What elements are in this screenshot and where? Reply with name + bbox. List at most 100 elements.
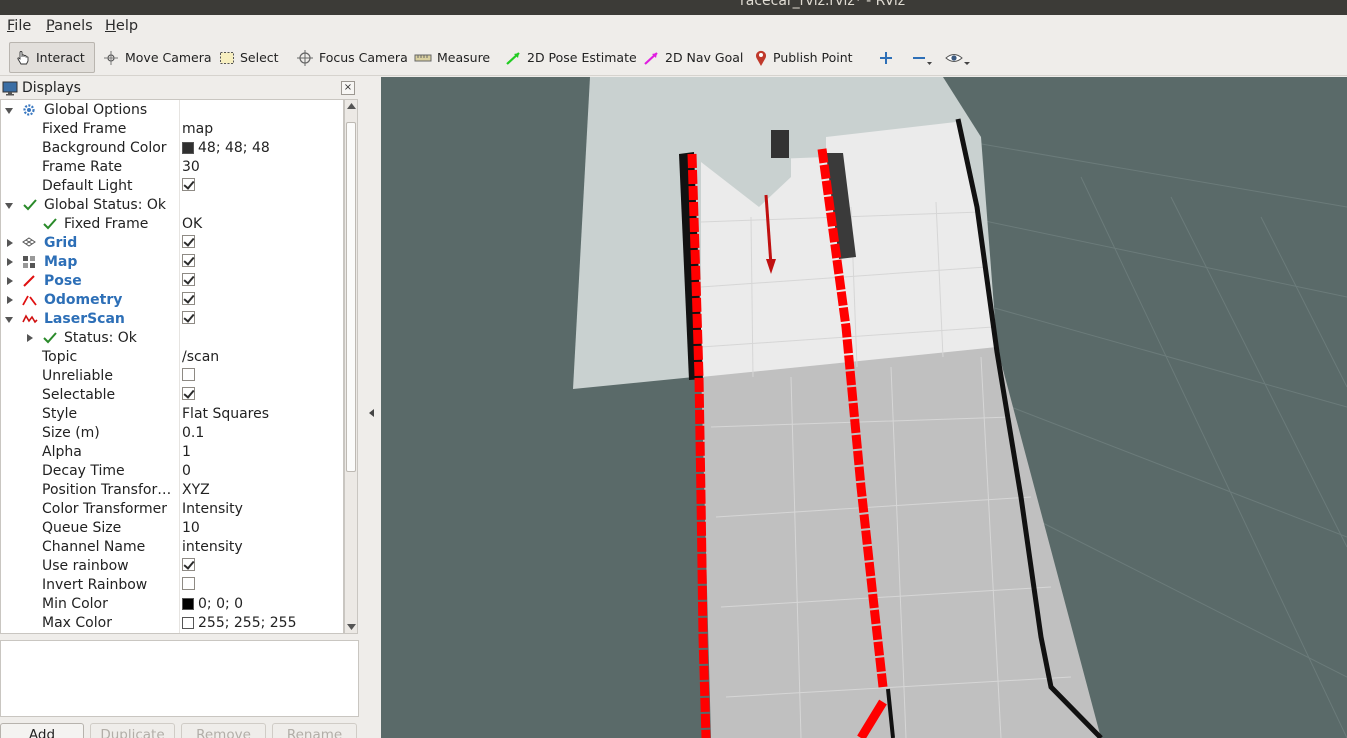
focus-camera-button[interactable]: Focus Camera — [291, 42, 413, 73]
interact-button[interactable]: Interact — [9, 42, 95, 73]
displays-tree[interactable]: Global Options Fixed Frame map Backgroun… — [0, 99, 344, 634]
collapse-left-arrow-icon[interactable] — [369, 409, 374, 417]
tree-row-frame-rate[interactable]: Frame Rate 30 — [1, 158, 343, 177]
alpha-value[interactable]: 1 — [182, 444, 191, 460]
scroll-down-arrow-icon[interactable] — [347, 624, 356, 630]
displays-close-button[interactable]: × — [341, 81, 355, 95]
tree-row-alpha[interactable]: Alpha 1 — [1, 443, 343, 462]
nav-goal-button[interactable]: 2D Nav Goal — [637, 42, 748, 73]
tree-row-color-transformer[interactable]: Color Transformer Intensity — [1, 500, 343, 519]
background-color-value[interactable]: 48; 48; 48 — [182, 140, 270, 156]
map-enabled-checkbox[interactable] — [182, 254, 195, 267]
grid-enabled-checkbox[interactable] — [182, 235, 195, 248]
color-transformer-value[interactable]: Intensity — [182, 501, 243, 517]
topic-value[interactable]: /scan — [182, 349, 219, 365]
tree-row-global-options[interactable]: Global Options — [1, 101, 343, 120]
tree-row-map[interactable]: Map — [1, 253, 343, 272]
remove-tool-button[interactable] — [906, 42, 938, 73]
render-viewport[interactable] — [381, 77, 1347, 738]
tree-row-selectable[interactable]: Selectable — [1, 386, 343, 405]
expand-arrow-icon[interactable] — [7, 277, 13, 285]
size-value[interactable]: 0.1 — [182, 425, 204, 441]
expand-arrow-icon[interactable] — [27, 334, 33, 342]
expand-arrow-icon[interactable] — [7, 296, 13, 304]
pose-enabled-checkbox[interactable] — [182, 273, 195, 286]
tree-row-min-color[interactable]: Min Color 0; 0; 0 — [1, 595, 343, 614]
topic-text: /scan — [182, 349, 220, 365]
remove-button[interactable]: Remove — [181, 723, 266, 738]
tree-row-pose[interactable]: Pose — [1, 272, 343, 291]
rename-button[interactable]: Rename — [272, 723, 357, 738]
tree-row-laser-status[interactable]: Status: Ok — [1, 329, 343, 348]
invert-rainbow-checkbox[interactable] — [182, 577, 195, 590]
tree-row-unreliable[interactable]: Unreliable — [1, 367, 343, 386]
default-light-checkbox[interactable] — [182, 178, 195, 191]
laserscan-enabled-checkbox[interactable] — [182, 311, 195, 324]
unreliable-label: Unreliable — [42, 368, 113, 384]
tree-row-position-transformer[interactable]: Position Transfor… XYZ — [1, 481, 343, 500]
position-transformer-value[interactable]: XYZ — [182, 482, 210, 498]
tree-row-max-color[interactable]: Max Color 255; 255; 255 — [1, 614, 343, 633]
publish-point-label: Publish Point — [773, 50, 853, 65]
menu-panels[interactable]: Panels — [46, 18, 93, 34]
measure-button[interactable]: Measure — [409, 42, 495, 73]
channel-name-value[interactable]: intensity — [182, 539, 243, 555]
pose-estimate-button[interactable]: 2D Pose Estimate — [499, 42, 642, 73]
collapse-arrow-icon[interactable] — [5, 317, 13, 323]
tree-row-channel-name[interactable]: Channel Name intensity — [1, 538, 343, 557]
scrollbar-thumb[interactable] — [346, 122, 356, 472]
add-tool-button[interactable] — [873, 42, 899, 73]
tree-row-invert-rainbow[interactable]: Invert Rainbow — [1, 576, 343, 595]
tree-row-style[interactable]: Style Flat Squares — [1, 405, 343, 424]
decay-time-value[interactable]: 0 — [182, 463, 191, 479]
add-button[interactable]: Add — [0, 723, 84, 738]
tree-row-use-rainbow[interactable]: Use rainbow — [1, 557, 343, 576]
displays-panel: Displays × Global Options Fixed Frame ma… — [0, 77, 360, 738]
tree-row-size[interactable]: Size (m) 0.1 — [1, 424, 343, 443]
displays-scrollbar[interactable] — [344, 99, 358, 634]
panel-splitter[interactable] — [360, 77, 381, 738]
menu-file[interactable]: File — [7, 18, 31, 34]
collapse-arrow-icon[interactable] — [5, 203, 13, 209]
alpha-text: 1 — [182, 444, 191, 460]
odometry-enabled-checkbox[interactable] — [182, 292, 195, 305]
tree-row-global-status[interactable]: Global Status: Ok — [1, 196, 343, 215]
map-display-label: Map — [44, 254, 78, 270]
magenta-arrow-icon — [644, 51, 658, 65]
tree-row-grid[interactable]: Grid — [1, 234, 343, 253]
use-rainbow-checkbox[interactable] — [182, 558, 195, 571]
duplicate-button[interactable]: Duplicate — [90, 723, 175, 738]
fixed-frame-value[interactable]: map — [182, 121, 213, 137]
publish-point-button[interactable]: Publish Point — [749, 42, 858, 73]
selectable-checkbox[interactable] — [182, 387, 195, 400]
expand-arrow-icon[interactable] — [7, 239, 13, 247]
queue-size-value[interactable]: 10 — [182, 520, 200, 536]
select-button[interactable]: Select — [214, 42, 284, 73]
max-color-value[interactable]: 255; 255; 255 — [182, 615, 297, 631]
nav-goal-label: 2D Nav Goal — [665, 50, 744, 65]
collapse-arrow-icon[interactable] — [5, 108, 13, 114]
scroll-up-arrow-icon[interactable] — [347, 103, 356, 109]
frame-rate-value[interactable]: 30 — [182, 159, 200, 175]
expand-arrow-icon[interactable] — [7, 258, 13, 266]
tree-row-laserscan[interactable]: LaserScan — [1, 310, 343, 329]
view-options-button[interactable] — [940, 42, 976, 73]
unreliable-checkbox[interactable] — [182, 368, 195, 381]
tree-row-status-fixed-frame[interactable]: Fixed Frame OK — [1, 215, 343, 234]
tree-row-background-color[interactable]: Background Color 48; 48; 48 — [1, 139, 343, 158]
tree-row-decay-time[interactable]: Decay Time 0 — [1, 462, 343, 481]
grid-display-label: Grid — [44, 235, 78, 251]
plus-icon — [880, 51, 892, 64]
alpha-label: Alpha — [42, 444, 82, 460]
tree-row-fixed-frame[interactable]: Fixed Frame map — [1, 120, 343, 139]
fixed-frame-text: map — [182, 121, 214, 137]
tree-row-odometry[interactable]: Odometry — [1, 291, 343, 310]
menu-help[interactable]: Help — [105, 18, 138, 34]
min-color-value[interactable]: 0; 0; 0 — [182, 596, 243, 612]
tree-row-queue-size[interactable]: Queue Size 10 — [1, 519, 343, 538]
style-value[interactable]: Flat Squares — [182, 406, 269, 422]
queue-size-label: Queue Size — [42, 520, 122, 536]
move-camera-button[interactable]: Move Camera — [97, 42, 217, 73]
tree-row-default-light[interactable]: Default Light — [1, 177, 343, 196]
tree-row-topic[interactable]: Topic /scan — [1, 348, 343, 367]
